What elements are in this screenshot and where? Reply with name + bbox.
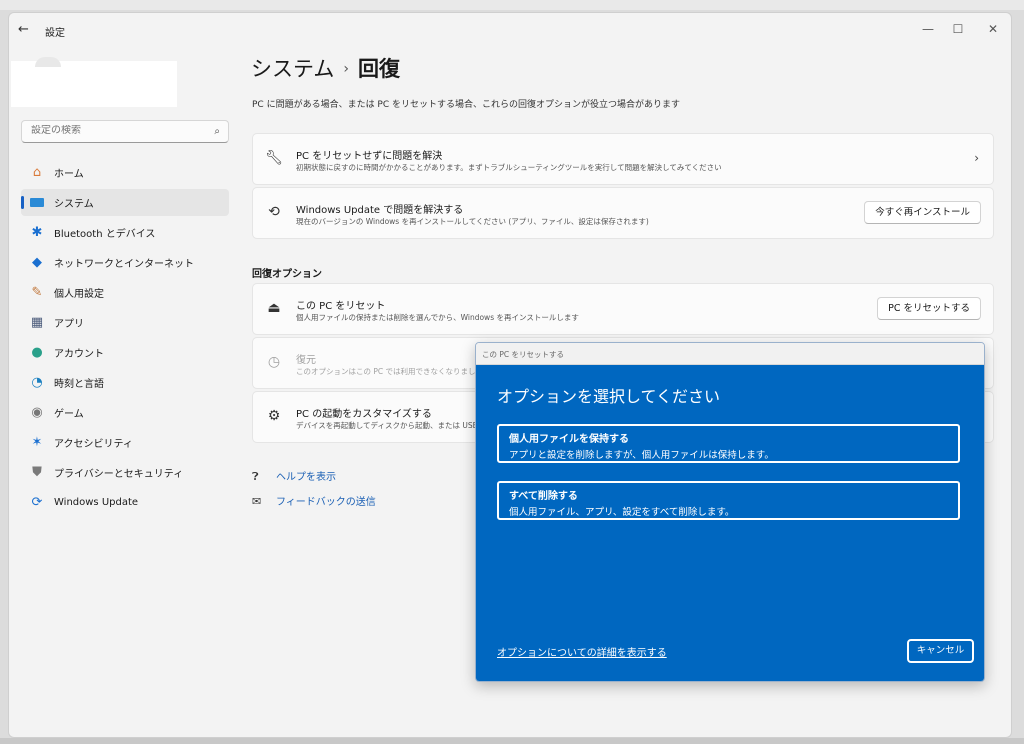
sidebar-item-label: ゲーム	[54, 409, 84, 420]
breadcrumb-parent[interactable]: システム	[251, 57, 334, 81]
settings-search[interactable]: ⌕	[21, 120, 229, 143]
sidebar-item-accounts[interactable]: ● アカウント	[21, 339, 229, 366]
breadcrumb: システム › 回復	[251, 53, 400, 83]
section-title: 回復オプション	[252, 269, 322, 280]
option-title: すべて削除する	[509, 491, 578, 502]
remove-everything-option[interactable]: すべて削除する 個人用ファイル、アプリ、設定をすべて削除します。	[497, 481, 960, 520]
link-label: ヘルプを表示	[276, 472, 336, 483]
reset-pc-dialog: この PC をリセットする オプションを選択してください 個人用ファイルを保持す…	[475, 342, 985, 682]
cancel-button[interactable]: キャンセル	[907, 639, 974, 663]
help-link[interactable]: ❓︎ ヘルプを表示	[252, 468, 336, 484]
sidebar-item-label: アクセシビリティ	[54, 439, 133, 450]
reset-pc-icon: ⏏	[267, 300, 281, 316]
keep-files-option[interactable]: 個人用ファイルを保持する アプリと設定を削除しますが、個人用ファイルは保持します…	[497, 424, 960, 463]
reinstall-now-button[interactable]: 今すぐ再インストール	[864, 201, 981, 224]
card-title: 復元	[296, 355, 316, 366]
background-window-strip	[0, 0, 1024, 10]
back-arrow-icon[interactable]: ←	[18, 22, 29, 37]
card-description: このオプションはこの PC では利用できなくなりまし	[296, 367, 476, 376]
card-title: Windows Update で問題を解決する	[296, 205, 464, 216]
card-title: この PC をリセット	[296, 301, 386, 312]
sidebar-item-label: システム	[54, 199, 94, 210]
maximize-button[interactable]: ☐	[944, 19, 972, 39]
sidebar-item-label: ホーム	[54, 169, 84, 180]
feedback-link[interactable]: ✉︎ フィードバックの送信	[252, 493, 376, 508]
card-title: PC をリセットせずに問題を解決	[296, 151, 443, 162]
sidebar-item-time-language[interactable]: ◔ 時刻と言語	[21, 369, 229, 396]
sidebar-item-label: 時刻と言語	[54, 379, 104, 390]
card-description: 初期状態に戻すのに時間がかかることがあります。まずトラブルシューティングツールを…	[296, 163, 722, 172]
search-icon: ⌕	[214, 126, 220, 137]
bluetooth-icon: ✱	[31, 224, 43, 240]
sidebar-item-system[interactable]: システム	[21, 189, 229, 216]
option-description: アプリと設定を削除しますが、個人用ファイルは保持します。	[509, 450, 774, 461]
option-description: 個人用ファイル、アプリ、設定をすべて削除します。	[509, 507, 735, 518]
sidebar-item-windows-update[interactable]: ⟳ Windows Update	[21, 489, 229, 516]
breadcrumb-separator: ›	[343, 61, 349, 77]
history-icon: ◷	[267, 354, 281, 370]
sidebar-item-label: アカウント	[54, 349, 104, 360]
card-description: デバイスを再起動してディスクから起動、または USB	[296, 421, 478, 430]
minimize-button[interactable]: —	[914, 19, 942, 39]
sidebar-nav: ⌂ ホーム システム ✱ Bluetooth とデバイス ◆ ネットワークとインターネ…	[21, 159, 229, 519]
options-details-link[interactable]: オプションについての詳細を表示する	[497, 644, 667, 659]
shield-icon: ⛊	[32, 464, 42, 480]
dialog-heading: オプションを選択してください	[497, 387, 721, 406]
reset-pc-button[interactable]: PC をリセットする	[877, 297, 981, 320]
sidebar-item-label: 個人用設定	[54, 289, 104, 300]
dialog-body: オプションを選択してください 個人用ファイルを保持する アプリと設定を削除します…	[476, 365, 984, 681]
sidebar-item-apps[interactable]: ▦ アプリ	[21, 309, 229, 336]
card-title: PC の起動をカスタマイズする	[296, 409, 432, 420]
sidebar-item-gaming[interactable]: ◉ ゲーム	[21, 399, 229, 426]
windows-update-fix-card: ⟲ Windows Update で問題を解決する 現在のバージョンの Wind…	[252, 187, 994, 239]
reset-pc-card: ⏏ この PC をリセット 個人用ファイルの保持または削除を選んでから、Wind…	[252, 283, 994, 335]
sidebar-item-label: Bluetooth とデバイス	[54, 229, 156, 240]
sidebar-item-personalization[interactable]: ✎ 個人用設定	[21, 279, 229, 306]
system-icon	[29, 195, 45, 211]
windows-update-icon: ⟳	[31, 494, 43, 510]
wifi-icon: ◆	[32, 254, 42, 270]
option-title: 個人用ファイルを保持する	[509, 434, 629, 445]
home-icon: ⌂	[32, 164, 42, 180]
sidebar-item-label: ネットワークとインターネット	[54, 259, 194, 270]
avatar	[35, 57, 61, 67]
dialog-title: この PC をリセットする	[476, 343, 984, 365]
chevron-right-icon: ›	[974, 151, 979, 165]
sidebar-item-label: プライバシーとセキュリティ	[54, 469, 184, 480]
wrench-icon: 🔧︎	[265, 150, 283, 166]
page-subtitle: PC に問題がある場合、または PC をリセットする場合、これらの回復オプション…	[252, 100, 681, 110]
title-bar: ← 設定 — ☐ ✕	[9, 13, 1011, 47]
sidebar-item-bluetooth[interactable]: ✱ Bluetooth とデバイス	[21, 219, 229, 246]
sidebar-item-accessibility[interactable]: ✶ アクセシビリティ	[21, 429, 229, 456]
link-label: フィードバックの送信	[276, 497, 376, 508]
app-title: 設定	[45, 28, 65, 39]
close-button[interactable]: ✕	[979, 19, 1007, 39]
sidebar-item-privacy[interactable]: ⛊ プライバシーとセキュリティ	[21, 459, 229, 486]
refresh-icon: ⟲	[268, 204, 280, 220]
apps-icon: ▦	[30, 314, 44, 330]
sidebar-item-label: Windows Update	[54, 497, 139, 508]
sidebar-item-label: アプリ	[54, 319, 84, 330]
fix-without-reset-card[interactable]: 🔧︎ PC をリセットせずに問題を解決 初期状態に戻すのに時間がかかることがあり…	[252, 133, 994, 185]
card-description: 個人用ファイルの保持または削除を選んでから、Windows を再インストールしま…	[296, 313, 579, 322]
time-language-icon: ◔	[31, 374, 43, 390]
page-title: 回復	[357, 57, 400, 81]
advanced-startup-icon: ⚙	[267, 408, 281, 424]
card-description: 現在のバージョンの Windows を再インストールしてください (アプリ、ファ…	[296, 217, 649, 226]
account-banner	[11, 61, 177, 107]
gamepad-icon: ◉	[31, 404, 43, 420]
brush-icon: ✎	[31, 284, 43, 300]
sidebar-item-home[interactable]: ⌂ ホーム	[21, 159, 229, 186]
taskbar-edge	[0, 738, 1024, 744]
search-input[interactable]	[31, 125, 201, 136]
help-icon: ❓︎	[252, 470, 259, 483]
account-icon: ●	[31, 344, 43, 360]
accessibility-icon: ✶	[31, 434, 43, 450]
feedback-icon: ✉︎	[252, 495, 262, 508]
sidebar-item-network[interactable]: ◆ ネットワークとインターネット	[21, 249, 229, 276]
